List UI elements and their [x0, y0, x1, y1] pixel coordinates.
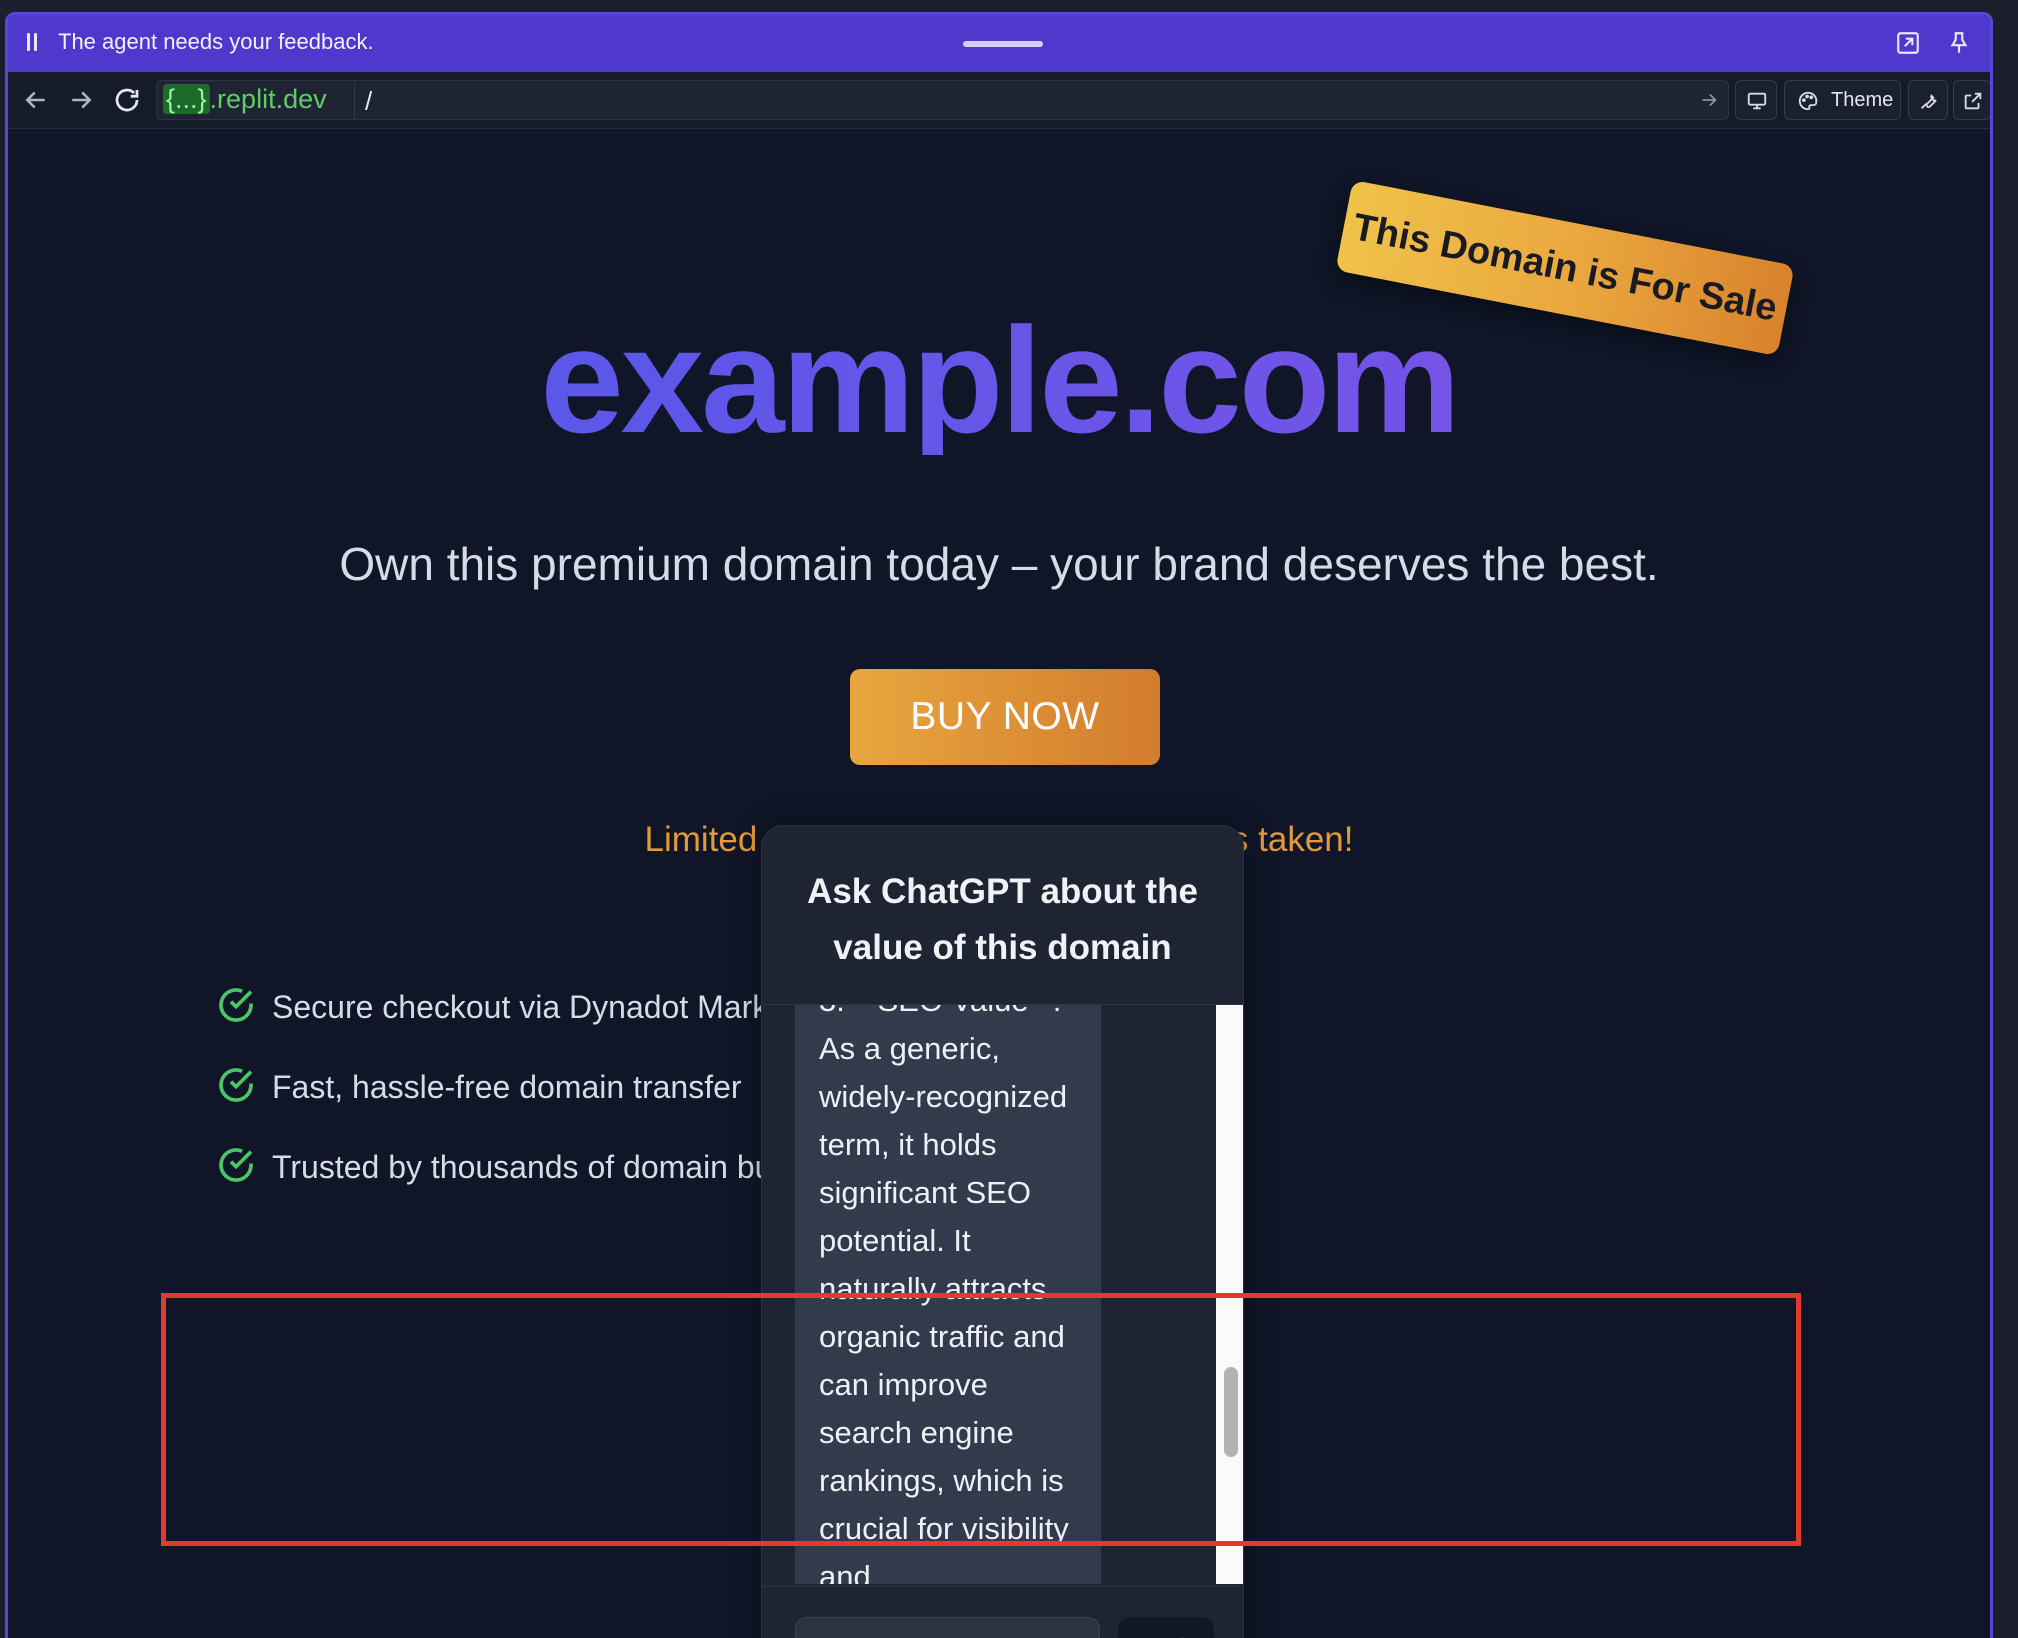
- check-circle-icon: [216, 985, 256, 1025]
- chat-input[interactable]: [795, 1617, 1100, 1638]
- drag-handle[interactable]: [963, 41, 1043, 47]
- url-path[interactable]: /: [365, 86, 372, 117]
- chat-input-row: [762, 1586, 1243, 1638]
- agent-feedback-bar: The agent needs your feedback.: [8, 15, 1990, 72]
- page-content: This Domain is For Sale example.com Own …: [8, 130, 1990, 1638]
- external-link-icon: [1962, 90, 1984, 117]
- send-button[interactable]: [1118, 1617, 1214, 1638]
- feature-text: Trusted by thousands of domain buyers: [272, 1149, 833, 1185]
- check-circle-icon: [216, 1065, 256, 1105]
- device-preview-button[interactable]: [1735, 80, 1777, 120]
- open-new-tab-button[interactable]: [1953, 80, 1990, 120]
- feature-text: Fast, hassle-free domain transfer: [272, 1069, 742, 1105]
- buy-now-button[interactable]: BUY NOW: [850, 669, 1160, 765]
- wrench-icon: [1918, 90, 1940, 117]
- url-field[interactable]: {...} .replit.dev /: [156, 80, 1729, 120]
- back-arrow-icon[interactable]: [21, 85, 51, 115]
- reload-icon[interactable]: [112, 85, 142, 115]
- tagline: Own this premium domain today – your bra…: [339, 538, 1659, 590]
- browser-frame: The agent needs your feedback. {...} .rep…: [5, 12, 1993, 1638]
- pin-icon[interactable]: [1946, 30, 1972, 56]
- popout-icon[interactable]: [1895, 30, 1921, 56]
- chat-title: Ask ChatGPT about the value of this doma…: [807, 872, 1198, 967]
- address-bar-row: {...} .replit.dev / Theme: [8, 72, 1990, 129]
- palette-icon: [1797, 90, 1819, 117]
- url-divider: [354, 83, 355, 119]
- theme-button[interactable]: Theme: [1784, 80, 1901, 120]
- theme-label: Theme: [1831, 89, 1894, 111]
- pause-icon[interactable]: [25, 33, 39, 51]
- devices-icon: [1746, 90, 1768, 117]
- domain-title: example.com: [8, 305, 1990, 455]
- go-arrow-icon[interactable]: [1698, 89, 1720, 111]
- agent-message: The agent needs your feedback.: [58, 29, 374, 54]
- forward-arrow-icon[interactable]: [66, 85, 96, 115]
- url-host: {...} .replit.dev: [163, 84, 327, 115]
- check-circle-icon: [216, 1145, 256, 1185]
- highlight-annotation: [161, 1293, 1801, 1546]
- devtools-button[interactable]: [1908, 80, 1948, 120]
